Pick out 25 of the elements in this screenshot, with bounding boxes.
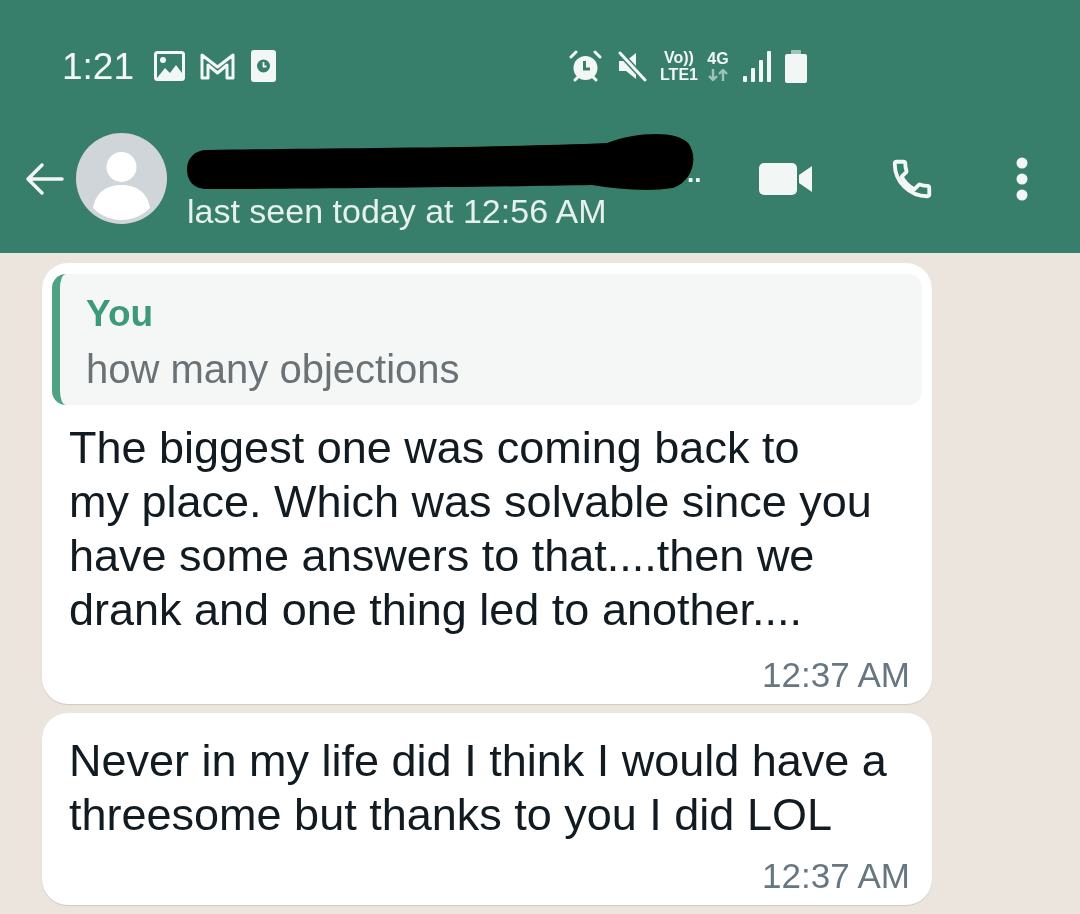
message-text: The biggest one was coming back to my place. Which was solvable since you have some answers to that....then we drank and one thing led to another.... — [69, 421, 873, 637]
image-icon — [154, 51, 185, 81]
battery-icon — [784, 49, 807, 83]
data-arrows-icon — [706, 69, 729, 81]
avatar-icon[interactable] — [76, 133, 167, 224]
data-type-label: 4G — [707, 51, 729, 67]
video-camera-icon — [758, 162, 812, 195]
message-time: 12:37 AM — [762, 858, 910, 893]
message-text: Never in my life did I think I would have a threesome but thanks to you I did LOL — [69, 734, 888, 842]
volte-label: Vo)) — [664, 49, 694, 66]
network-label: LTE1 — [660, 66, 698, 83]
mail-icon — [200, 52, 235, 80]
clock-card-icon — [251, 50, 276, 82]
contact-name-fragment: .. — [687, 159, 702, 186]
quote-author: You — [86, 294, 155, 334]
mute-icon — [617, 50, 647, 82]
alarm-icon — [569, 49, 602, 83]
quoted-message[interactable]: You how many objections — [52, 274, 922, 405]
last-seen-status: last seen today at 12:56 AM — [187, 193, 608, 228]
quote-text: how many objections — [86, 349, 461, 389]
signal-icon — [742, 50, 771, 82]
back-arrow-icon — [24, 161, 64, 196]
more-icon — [1016, 156, 1028, 201]
message-time: 12:37 AM — [762, 657, 910, 692]
clock-time: 1:21 — [62, 47, 134, 85]
